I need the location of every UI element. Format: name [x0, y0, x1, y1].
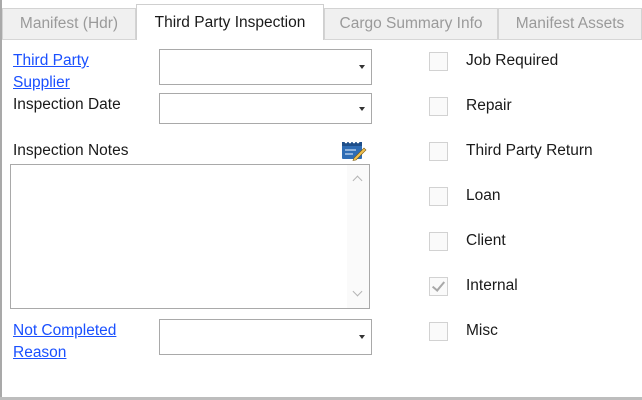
- scroll-up-icon[interactable]: [353, 174, 363, 184]
- chevron-down-icon: [359, 335, 365, 339]
- tab-bar: Manifest (Hdr) Third Party Inspection Ca…: [0, 0, 642, 40]
- tab-manifest-hdr[interactable]: Manifest (Hdr): [2, 8, 136, 39]
- third-party-supplier-label-line1[interactable]: Third Party: [13, 50, 89, 72]
- client-label: Client: [466, 232, 506, 249]
- not-completed-reason-label-line1[interactable]: Not Completed: [13, 320, 116, 342]
- tab-manifest-assets[interactable]: Manifest Assets: [498, 8, 642, 39]
- edit-notes-icon[interactable]: [341, 139, 367, 161]
- inspection-date-picker[interactable]: [159, 93, 372, 124]
- third-party-supplier-label-line2[interactable]: Supplier: [13, 72, 70, 94]
- third-party-supplier-dropdown[interactable]: [159, 49, 372, 85]
- not-completed-reason-dropdown[interactable]: [159, 319, 372, 355]
- loan-checkbox[interactable]: [429, 187, 448, 206]
- inspection-date-label: Inspection Date: [13, 96, 121, 113]
- loan-label: Loan: [466, 187, 501, 204]
- repair-checkbox[interactable]: [429, 97, 448, 116]
- internal-checkbox[interactable]: [429, 277, 448, 296]
- not-completed-reason-label-line2[interactable]: Reason: [13, 342, 66, 364]
- chevron-down-icon: [359, 65, 365, 69]
- inspection-notes-textarea[interactable]: [11, 165, 346, 308]
- inspection-notes-label: Inspection Notes: [13, 142, 129, 159]
- notes-scrollbar[interactable]: [347, 165, 369, 308]
- third-party-return-label: Third Party Return: [466, 142, 593, 159]
- tab-cargo-summary-info[interactable]: Cargo Summary Info: [324, 8, 498, 39]
- chevron-down-icon: [359, 106, 365, 111]
- job-required-label: Job Required: [466, 52, 559, 69]
- misc-label: Misc: [466, 322, 498, 339]
- job-required-checkbox[interactable]: [429, 52, 448, 71]
- client-checkbox[interactable]: [429, 232, 448, 251]
- repair-label: Repair: [466, 97, 512, 114]
- tab-third-party-inspection[interactable]: Third Party Inspection: [136, 4, 324, 40]
- inspection-notes-field[interactable]: [10, 164, 370, 309]
- third-party-return-checkbox[interactable]: [429, 142, 448, 161]
- window-left-border: [0, 0, 2, 400]
- scroll-down-icon[interactable]: [353, 289, 363, 299]
- internal-label: Internal: [466, 277, 518, 294]
- misc-checkbox[interactable]: [429, 322, 448, 341]
